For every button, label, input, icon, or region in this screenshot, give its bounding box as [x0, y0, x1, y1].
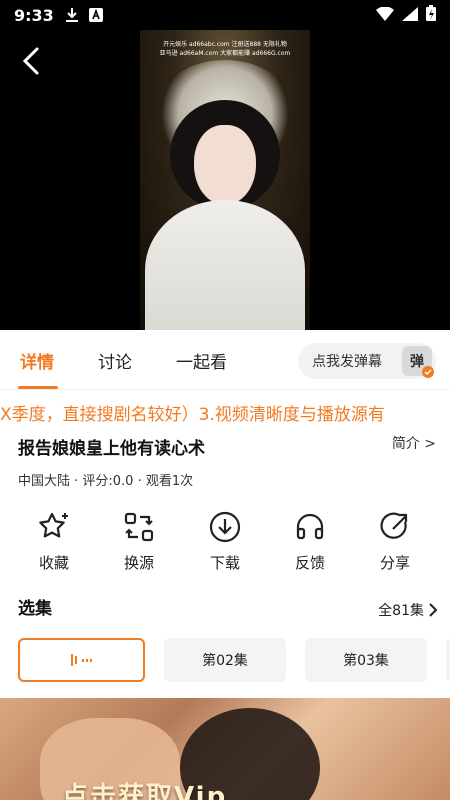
check-icon [422, 366, 434, 378]
overlay-line-2: 亚马逊 ad66aM.com 大家都能赚 ad666G.com [159, 50, 291, 57]
episode-03[interactable]: 第03集 [305, 638, 427, 682]
share-label: 分享 [379, 554, 410, 572]
show-title: 报告娘娘皇上他有读心术 [18, 439, 205, 459]
wifi-icon [376, 5, 394, 25]
feedback-button[interactable]: 反馈 [275, 508, 345, 573]
chevron-right-icon [429, 603, 438, 617]
banner-cta: 点击获取Vip [62, 782, 228, 800]
episodes-title: 选集 [18, 599, 52, 619]
back-arrow-icon [22, 47, 39, 75]
detail-tabs: 详情 讨论 一起看 点我发弹幕 弹 [0, 330, 450, 390]
episode-next-partial[interactable] [446, 638, 450, 682]
danmaku-toggle[interactable]: 弹 [402, 346, 434, 378]
intro-link[interactable]: 简介 > [392, 433, 436, 453]
video-frame[interactable]: 开元娱乐 ad66abc.com 注册送888 无限礼物 亚马逊 ad66aM.… [140, 30, 310, 330]
status-bar: 9:33 [0, 0, 450, 30]
episode-01-playing[interactable] [18, 638, 145, 682]
tab-watch-together[interactable]: 一起看 [176, 348, 227, 373]
playing-indicator-icon [71, 654, 92, 666]
video-overlay-text: 开元娱乐 ad66abc.com 注册送888 无限礼物 亚马逊 ad66aM.… [140, 40, 310, 58]
send-danmaku-button[interactable]: 点我发弹幕 弹 [298, 343, 436, 379]
show-meta: 中国大陆 · 评分:0.0 · 观看1次 [18, 474, 194, 489]
download-label: 下载 [209, 554, 240, 572]
download-circle-icon [206, 508, 244, 546]
video-player[interactable]: 开元娱乐 ad66abc.com 注册送888 无限礼物 亚马逊 ad66aM.… [0, 30, 450, 330]
feedback-label: 反馈 [294, 554, 325, 572]
battery-icon [426, 5, 436, 25]
dress-shape [145, 200, 305, 330]
download-icon [64, 7, 80, 23]
all-episodes-label: 全81集 [378, 603, 424, 619]
favorite-label: 收藏 [38, 554, 69, 572]
back-button[interactable] [16, 46, 46, 76]
favorite-button[interactable]: 收藏 [19, 508, 89, 573]
episode-list: 第02集 第03集 [0, 638, 450, 684]
action-row: 收藏 换源 下载 反馈 分享 [0, 508, 450, 588]
download-button[interactable]: 下载 [190, 508, 260, 573]
signal-icon [402, 6, 418, 25]
notice-marquee: X季度，直接搜剧名较好）3.视频清晰度与播放源有 [0, 400, 450, 424]
overlay-line-1: 开元娱乐 ad66abc.com 注册送888 无限礼物 [163, 41, 287, 48]
switch-source-icon [120, 508, 158, 546]
all-episodes-link[interactable]: 全81集 [378, 600, 438, 620]
intro-label: 简介 > [391, 436, 436, 452]
switch-source-label: 换源 [123, 554, 154, 572]
face-shape [194, 125, 256, 205]
danmaku-label: 点我发弹幕 [312, 354, 382, 370]
tab-discussion[interactable]: 讨论 [98, 348, 132, 373]
status-time: 9:33 [14, 5, 54, 25]
star-icon [35, 508, 73, 546]
headset-icon [291, 508, 329, 546]
share-button[interactable]: 分享 [360, 508, 430, 573]
a-icon [88, 7, 104, 23]
notice-text: X季度，直接搜剧名较好）3.视频清晰度与播放源有 [0, 405, 385, 424]
switch-source-button[interactable]: 换源 [104, 508, 174, 573]
active-tab-indicator [18, 386, 58, 389]
episode-02[interactable]: 第02集 [164, 638, 286, 682]
tab-details[interactable]: 详情 [20, 348, 54, 373]
share-icon [376, 508, 414, 546]
vip-banner[interactable]: 点击获取Vip [0, 698, 450, 800]
